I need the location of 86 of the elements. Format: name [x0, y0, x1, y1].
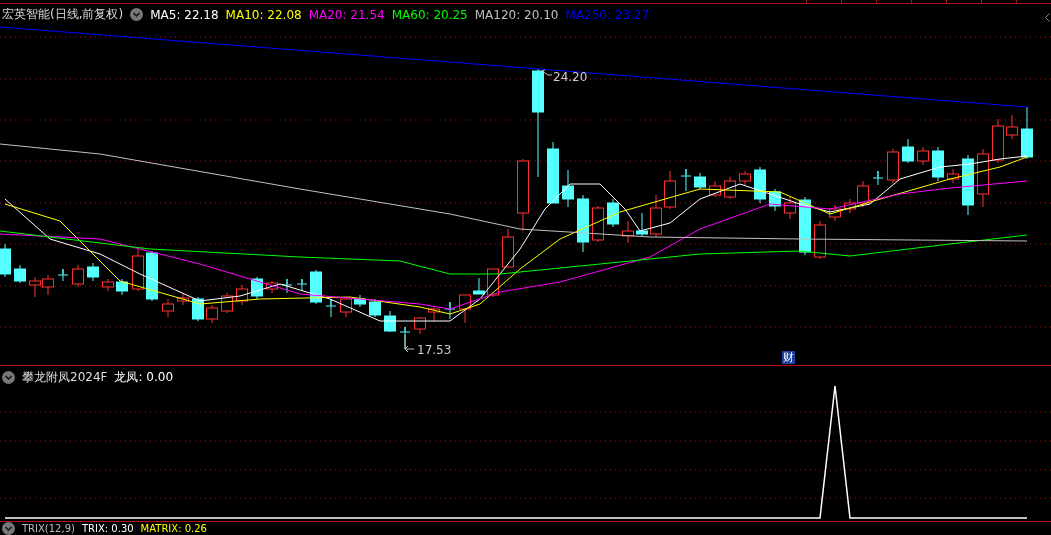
candlestick [72, 264, 84, 288]
finance-marker[interactable]: 财 [782, 351, 795, 364]
candlestick [29, 276, 41, 298]
high-price-label: 24.20 [553, 70, 588, 84]
dropdown-icon[interactable] [130, 8, 144, 21]
candlestick [784, 196, 796, 220]
candlestick [694, 172, 706, 190]
candlestick [917, 146, 929, 166]
candlestick [547, 141, 559, 204]
stock-title: 宏英智能(日线,前复权) [2, 6, 124, 23]
candlestick [622, 220, 634, 244]
candlestick [14, 264, 26, 284]
dropdown-icon[interactable] [2, 371, 15, 384]
candlestick [709, 180, 721, 198]
candlestick [932, 146, 944, 182]
candlestick [769, 188, 781, 212]
candlestick [325, 298, 337, 318]
candlestick [296, 278, 308, 292]
candlestick [132, 248, 144, 292]
candlestick [192, 296, 204, 322]
candlestick [459, 294, 471, 324]
ma-reading: MA120: 20.10 [474, 7, 559, 22]
collapse-icon[interactable] [1045, 13, 1050, 22]
candlestick [414, 316, 426, 335]
indicator-name: TRIX(12,9) [22, 523, 75, 534]
candlestick [384, 310, 396, 333]
candlestick [562, 169, 574, 208]
candlestick [102, 278, 114, 292]
candlestick [57, 268, 69, 282]
candlestick [116, 278, 128, 296]
candlestick [444, 301, 456, 320]
candlestick [1021, 106, 1033, 160]
candlestick [146, 250, 158, 302]
leader-line [404, 334, 415, 353]
candlestick [664, 170, 676, 210]
candlestick [829, 204, 841, 222]
candlestick [236, 284, 248, 306]
ma-reading: MA250: 23.27 [565, 7, 650, 22]
candlestick [992, 118, 1004, 164]
candlestick [947, 168, 959, 184]
candlestick [369, 298, 381, 318]
indicator-reading: MATRIX: 0.26 [140, 523, 207, 534]
candlestick [87, 262, 99, 282]
candlestick [310, 269, 322, 305]
candlestick [754, 166, 766, 204]
candlestick [739, 170, 751, 186]
ma-reading: MA10: 22.08 [225, 7, 302, 22]
indicator-name: 攀龙附凤2024F [22, 369, 108, 386]
candlestick [592, 205, 604, 243]
candlestick [177, 292, 189, 306]
candlestick [962, 154, 974, 216]
ma-reading: MA60: 20.25 [391, 7, 468, 22]
candlestick [977, 148, 989, 208]
ma-reading: MA5: 22.18 [150, 7, 219, 22]
candlestick [428, 305, 440, 322]
candlestick [0, 243, 11, 278]
candlestick [577, 194, 589, 253]
candlestick [502, 228, 514, 268]
candlestick [162, 298, 174, 318]
candlestick [814, 220, 826, 260]
ma-reading: MA20: 21.54 [308, 7, 385, 22]
candlestick [872, 170, 884, 186]
candlestick [607, 198, 619, 228]
candlestick [473, 277, 485, 295]
candlestick [902, 138, 914, 164]
indicator-reading: TRIX: 0.30 [81, 523, 134, 534]
candlestick [251, 276, 263, 300]
candlestick [799, 196, 811, 256]
leader-line [541, 69, 553, 76]
candlestick [206, 304, 218, 324]
candlestick [487, 268, 499, 298]
dropdown-icon[interactable] [2, 522, 15, 535]
candlestick [340, 296, 352, 318]
candlestick [1006, 114, 1018, 140]
candlestick [650, 194, 662, 238]
candlestick [221, 292, 233, 314]
candlestick [680, 168, 692, 192]
indicator-reading: 龙凤: 0.00 [114, 369, 174, 386]
candlestick [42, 274, 54, 296]
candlestick [636, 212, 648, 237]
candlestick [266, 280, 278, 294]
candlestick [724, 176, 736, 200]
candlestick [281, 278, 293, 294]
candlestick [354, 294, 366, 308]
low-price-label: 17.53 [417, 343, 452, 357]
candlestick [887, 148, 899, 184]
